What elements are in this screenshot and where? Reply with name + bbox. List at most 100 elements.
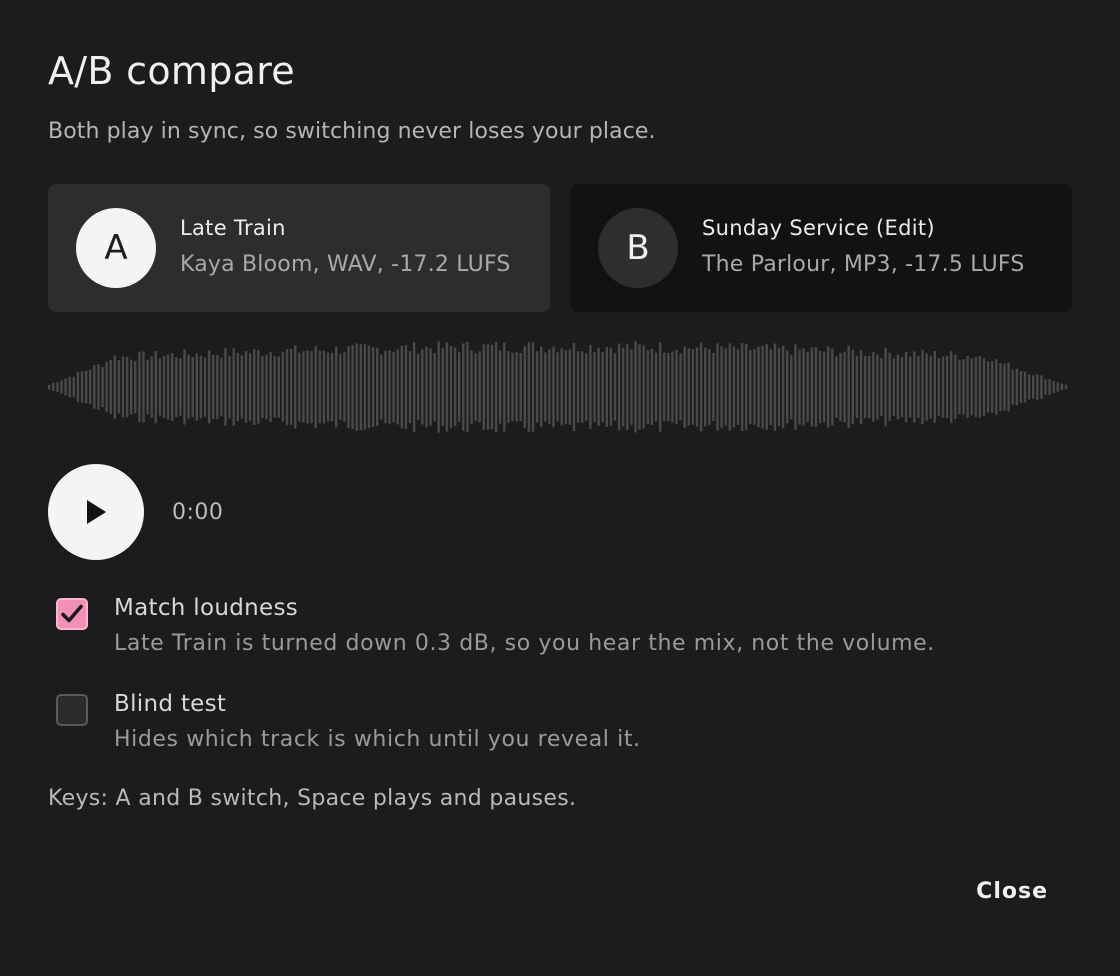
waveform-bar: [609, 347, 613, 426]
waveform-bar: [896, 354, 900, 420]
waveform-bar: [1036, 374, 1039, 400]
close-button[interactable]: Close: [976, 872, 1048, 912]
waveform-bar: [753, 349, 756, 425]
waveform-bar: [634, 341, 637, 433]
waveform-bar: [716, 343, 719, 431]
waveform-bar: [93, 365, 96, 409]
waveform-bar: [568, 349, 572, 425]
waveform-bar: [408, 351, 412, 424]
waveform-bar: [1044, 379, 1047, 395]
waveform-bar: [843, 351, 846, 423]
waveform-bar: [138, 351, 141, 423]
waveform-bar: [519, 353, 522, 421]
waveform-bar: [265, 354, 268, 420]
waveform-bar: [888, 352, 891, 422]
waveform-bar: [544, 352, 547, 422]
waveform-bar: [904, 351, 908, 423]
play-button[interactable]: [48, 464, 144, 560]
waveform-bar: [478, 351, 481, 423]
waveform-bar: [187, 354, 190, 420]
waveform-bar: [806, 351, 809, 423]
waveform-bar: [289, 349, 293, 425]
waveform-bar: [827, 346, 830, 428]
waveform-bar: [687, 348, 690, 426]
waveform-bar: [1027, 374, 1031, 400]
waveform-bar: [667, 353, 670, 422]
waveform-bar: [330, 352, 334, 422]
waveform-bar: [72, 376, 75, 398]
waveform-bar: [663, 352, 666, 422]
waveform-bar: [224, 348, 227, 426]
waveform-bar: [367, 345, 371, 429]
waveform-bar: [847, 346, 850, 429]
waveform-bar: [974, 357, 977, 417]
track-card-b[interactable]: B Sunday Service (Edit) The Parlour, MP3…: [570, 184, 1072, 312]
keyboard-shortcuts-hint: Keys: A and B switch, Space plays and pa…: [48, 786, 577, 811]
waveform-bar: [929, 355, 932, 419]
waveform-bar: [531, 342, 535, 432]
waveform-bar: [941, 356, 945, 418]
waveform-bar: [318, 350, 321, 424]
waveform-bar: [794, 344, 797, 430]
waveform-bar: [347, 346, 350, 428]
waveform-bar: [417, 354, 420, 420]
waveform-bar: [679, 353, 682, 421]
waveform-bar: [494, 342, 498, 432]
waveform-bar: [335, 346, 338, 428]
waveform-bar: [917, 356, 920, 418]
track-meta-b: The Parlour, MP3, -17.5 LUFS: [702, 252, 1025, 277]
playback-time: 0:00: [172, 500, 224, 525]
waveform-bar: [601, 351, 604, 423]
waveform-bar: [757, 346, 760, 428]
waveform-bar: [388, 350, 391, 424]
play-icon: [87, 500, 106, 524]
waveform-bar: [704, 347, 707, 427]
track-card-a[interactable]: A Late Train Kaya Bloom, WAV, -17.2 LUFS: [48, 184, 550, 312]
waveform-bar: [146, 359, 149, 415]
waveform-bar: [966, 356, 969, 418]
waveform-bar: [125, 356, 129, 418]
waveform-bar: [708, 349, 711, 425]
dialog-title: A/B compare: [48, 49, 295, 93]
waveform-bar: [880, 358, 883, 416]
waveform-bar: [818, 350, 822, 424]
waveform-bar: [1040, 375, 1043, 399]
waveform-bar: [199, 355, 203, 419]
waveform-bar: [421, 349, 424, 425]
waveform-bar: [56, 382, 59, 392]
waveform-bar: [991, 361, 994, 413]
waveform-bar: [671, 351, 674, 423]
waveform-bar: [253, 349, 256, 425]
waveform-bar: [400, 345, 403, 429]
waveform-bar: [876, 354, 879, 420]
waveform-bar: [798, 349, 801, 425]
waveform-bar: [134, 360, 137, 414]
waveform-bar: [859, 350, 863, 424]
waveform-bar: [962, 359, 965, 415]
waveform-bar: [650, 349, 654, 425]
waveform-bar: [371, 347, 375, 427]
waveform-bar: [281, 352, 285, 422]
waveform-bar: [503, 342, 506, 432]
waveform-bar: [277, 356, 280, 418]
waveform-bar: [462, 343, 465, 431]
waveform-bar: [113, 355, 116, 419]
waveform-bar: [68, 376, 71, 398]
waveform-bar: [712, 352, 715, 421]
waveform-bar: [978, 356, 982, 418]
match-loudness-checkbox[interactable]: [56, 598, 88, 630]
waveform[interactable]: [48, 332, 1072, 444]
waveform-bar: [945, 355, 949, 418]
waveform-bar: [499, 350, 502, 424]
waveform-bar: [232, 348, 235, 426]
waveform-bar: [314, 346, 317, 428]
track-badge-b: B: [598, 208, 678, 288]
waveform-bar: [511, 352, 514, 422]
blind-test-checkbox[interactable]: [56, 694, 88, 726]
waveform-bar: [937, 358, 941, 416]
waveform-bar: [839, 352, 842, 422]
waveform-bar: [884, 347, 887, 427]
waveform-bar: [486, 344, 490, 430]
track-meta-a: Kaya Bloom, WAV, -17.2 LUFS: [180, 252, 511, 277]
waveform-bar: [654, 352, 658, 422]
